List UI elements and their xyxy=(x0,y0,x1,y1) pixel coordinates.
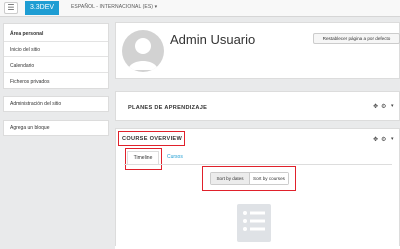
top-navbar: ☰ 3.3DEV ESPAÑOL - INTERNACIONAL (ES) ▾ xyxy=(0,0,400,17)
chevron-down-icon[interactable]: ▾ xyxy=(391,103,394,109)
learning-plans-block: PLANES DE APRENDIZAJE ✥ ⚙ ▾ xyxy=(115,91,400,121)
user-silhouette-icon xyxy=(128,38,158,70)
add-block-link[interactable]: Agrega un bloque xyxy=(10,125,49,131)
learning-plans-title: PLANES DE APRENDIZAJE xyxy=(128,105,208,111)
gear-icon[interactable]: ⚙ xyxy=(381,136,386,143)
page-header: Admin Usuario Restablecer página a por d… xyxy=(115,22,400,79)
sort-by-courses-button[interactable]: Sort by courses xyxy=(250,173,288,184)
gear-icon[interactable]: ⚙ xyxy=(381,103,386,110)
add-block-block: Agrega un bloque xyxy=(3,120,109,136)
avatar[interactable] xyxy=(122,30,164,72)
chevron-down-icon: ▾ xyxy=(154,4,158,10)
tabs-divider xyxy=(124,164,392,165)
highlight-box xyxy=(118,131,185,146)
highlight-box xyxy=(125,148,162,170)
hamburger-icon[interactable]: ☰ xyxy=(4,2,18,14)
divider xyxy=(4,41,108,42)
sidebar-item-calendario[interactable]: Calendario xyxy=(10,63,34,69)
reset-page-button[interactable]: Restablecer página a por defecto xyxy=(313,33,400,44)
divider xyxy=(4,72,108,73)
move-icon[interactable]: ✥ xyxy=(373,103,378,110)
empty-list-icon xyxy=(237,204,271,242)
admin-block: Administración del sitio xyxy=(3,96,109,112)
chevron-down-icon[interactable]: ▾ xyxy=(391,136,394,142)
course-overview-block: COURSE OVERVIEW ✥ ⚙ ▾ Timeline Cursos So… xyxy=(115,128,400,249)
language-menu[interactable]: ESPAÑOL - INTERNACIONAL (ES) ▾ xyxy=(71,4,157,10)
sort-by-dates-button[interactable]: Sort by dates xyxy=(211,173,250,184)
navigation-block: Área personal Inicio del sitio Calendari… xyxy=(3,23,109,89)
sidebar-item-ficheros[interactable]: Ficheros privados xyxy=(10,79,49,85)
sort-toggle-group: Sort by dates Sort by courses xyxy=(210,172,289,185)
page-title: Admin Usuario xyxy=(170,32,256,47)
language-label: ESPAÑOL - INTERNACIONAL (ES) xyxy=(71,4,154,10)
sidebar-item-area-personal[interactable]: Área personal xyxy=(10,31,43,37)
sidebar-item-admin[interactable]: Administración del sitio xyxy=(10,101,61,107)
site-brand[interactable]: 3.3DEV xyxy=(25,1,59,15)
move-icon[interactable]: ✥ xyxy=(373,136,378,143)
divider xyxy=(4,56,108,57)
sidebar-item-inicio[interactable]: Inicio del sitio xyxy=(10,47,40,53)
tab-cursos[interactable]: Cursos xyxy=(167,154,183,160)
